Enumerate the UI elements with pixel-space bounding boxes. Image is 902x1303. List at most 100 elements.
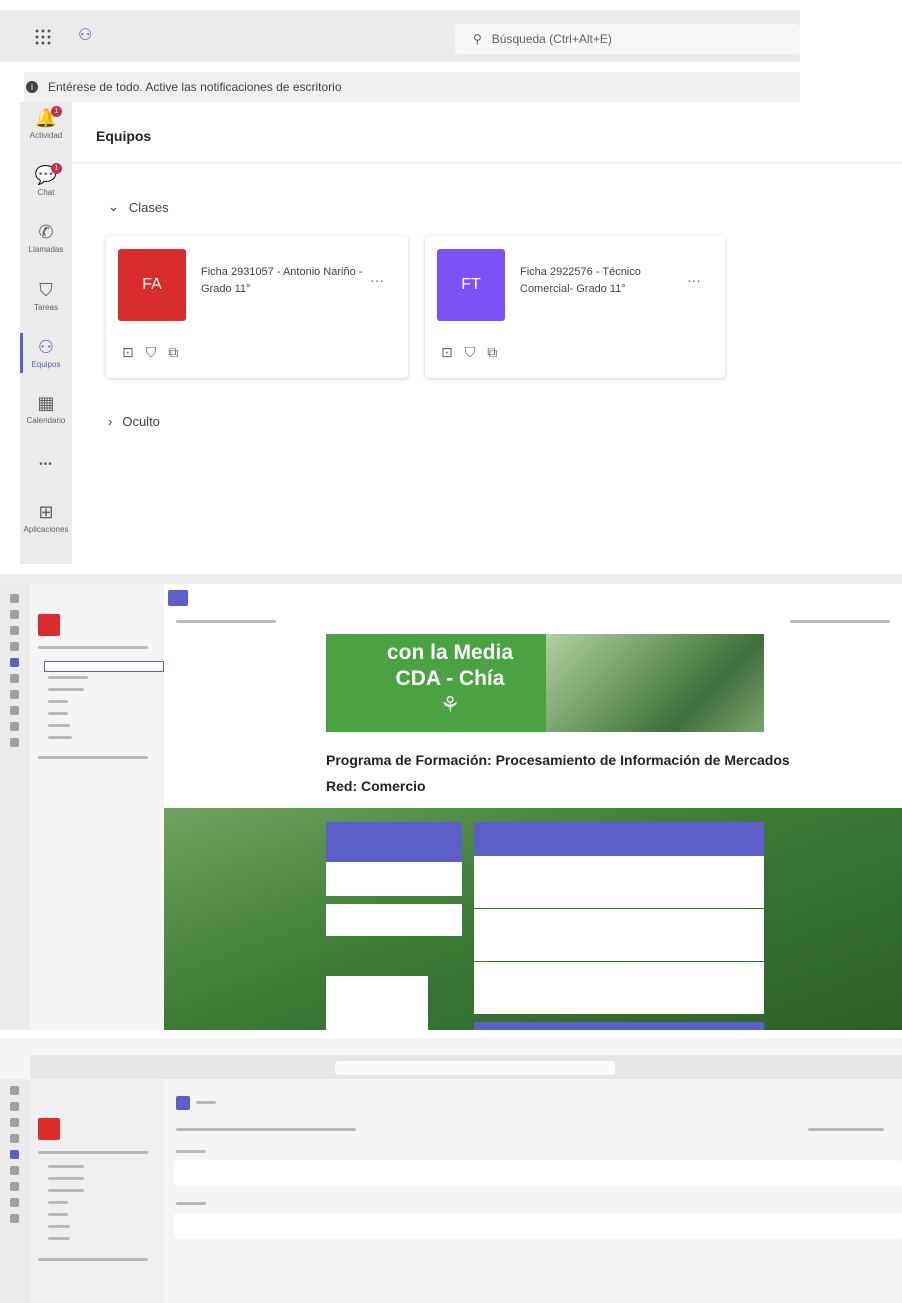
class-name-line [38,1151,148,1154]
rail-item-label: Calendario [26,416,66,425]
chat-icon: 💬 [34,165,58,185]
class-name-line [38,646,148,649]
mini-rail-icon[interactable] [10,1134,19,1143]
hidden-teams-line[interactable] [38,756,148,759]
rail-item-tareas[interactable]: ⛉ Tareas [20,280,72,312]
section-classes[interactable]: ⌄ Clases [108,199,169,215]
page-toolbar-line[interactable] [790,620,890,623]
mini-rail-icon[interactable] [10,1214,19,1223]
rail-item-label: Tareas [33,303,58,312]
channel-line[interactable] [48,712,68,715]
notification-banner[interactable]: i Entérese de todo. Active las notificac… [24,72,800,102]
rail-item-more[interactable]: ••• [20,455,72,478]
apps-icon: ⊞ [38,502,54,522]
bell-icon: 🔔 [34,108,58,128]
news-card[interactable] [326,862,462,896]
section-hidden[interactable]: › Oculto [108,414,160,429]
channel-line[interactable] [48,1165,84,1168]
tasks-tabs-line[interactable] [176,1128,356,1131]
program-banner: con la Media CDA - Chía ⚘ [326,634,764,732]
notebook-icon[interactable]: ⧉ [487,344,497,361]
page-toolbar-line[interactable] [176,620,276,623]
channel-line[interactable] [48,688,84,691]
mini-class-sidebar [30,584,164,1030]
rail-item-aplicaciones[interactable]: ⊞ Aplicaciones [20,502,72,534]
notebook-icon[interactable]: ⧉ [168,344,178,361]
assignments-icon[interactable]: ⊡ [122,344,134,361]
mini-rail-icon[interactable] [10,594,19,603]
banner-photo [546,634,764,732]
teams-icon: ⚇ [37,337,55,357]
mini-rail-icon[interactable] [10,658,19,667]
app-launcher-icon[interactable] [34,28,52,46]
mini-rail-icon[interactable] [10,626,19,635]
channel-line[interactable] [48,1237,70,1240]
rail-item-calendario[interactable]: ▦ Calendario [20,393,72,425]
mini-rail-icon[interactable] [10,706,19,715]
tasks-filter-line[interactable] [808,1128,884,1131]
team-name: Ficha 2931057 - Antonio Nariño - Grado 1… [201,266,363,295]
channel-line[interactable] [48,700,68,703]
tasks-header [474,1022,764,1030]
backpack-icon[interactable]: ⛉ [146,344,157,361]
team-card-ft[interactable]: FT Ficha 2922576 - Técnico Comercial- Gr… [425,236,725,378]
more-options-button[interactable]: ··· [687,272,701,288]
mini-rail-icon[interactable] [10,738,19,747]
task-row[interactable] [174,1160,902,1186]
calendar-header [474,822,764,856]
notification-strip [0,574,902,584]
teams-logo-icon: ⚇ [78,27,93,44]
section-hidden-label: Oculto [122,414,160,429]
rail-item-label: Chat [37,188,55,197]
program-title: Programa de Formación: Procesamiento de … [326,752,790,768]
phone-icon: ✆ [38,222,54,242]
class-dashboard [164,808,902,1030]
mini-rail-icon[interactable] [10,610,19,619]
mini-rail-icon[interactable] [10,1118,19,1127]
mini-rail-icon[interactable] [10,1102,19,1111]
channel-line[interactable] [48,1225,70,1228]
search-input[interactable] [335,1061,615,1075]
mini-rail-icon[interactable] [10,1086,19,1095]
class-avatar [38,1118,60,1140]
mini-rail-icon[interactable] [10,690,19,699]
assignments-icon[interactable]: ⊡ [441,344,453,361]
rail-item-label: Actividad [29,131,63,140]
event-card[interactable] [474,962,764,1014]
channel-line[interactable] [48,736,72,739]
channel-line[interactable] [48,676,88,679]
rail-item-chat[interactable]: 💬 Chat 1 [20,163,72,197]
notification-badge: 1 [51,163,62,174]
search-placeholder: Búsqueda (Ctrl+Alt+E) [491,32,612,46]
event-card[interactable] [474,909,764,961]
notification-badge: 1 [51,106,62,117]
channel-line[interactable] [48,1177,84,1180]
event-card[interactable] [474,856,764,908]
news-card[interactable] [326,904,462,936]
mini-rail-icon[interactable] [10,674,19,683]
team-card-fa[interactable]: FA Ficha 2931057 - Antonio Nariño - Grad… [106,236,408,378]
mini-rail-icon[interactable] [10,722,19,731]
mini-rail-icon[interactable] [10,1150,19,1159]
more-options-button[interactable]: ··· [370,272,384,288]
backpack-icon[interactable]: ⛉ [465,344,476,361]
mini-rail-icon[interactable] [10,642,19,651]
search-input[interactable]: ⚲ Búsqueda (Ctrl+Alt+E) [455,24,800,54]
selected-channel[interactable] [44,661,164,672]
hidden-teams-line[interactable] [38,1258,148,1261]
mini-rail-icon[interactable] [10,1182,19,1191]
channel-line[interactable] [48,724,70,727]
rail-item-llamadas[interactable]: ✆ Llamadas [20,222,72,254]
mini-rail-icon[interactable] [10,1166,19,1175]
channel-line[interactable] [48,1201,68,1204]
rail-item-equipos[interactable]: ⚇ Equipos [20,333,72,373]
calendar-icon: ▦ [37,393,55,413]
mini-rail-icon[interactable] [10,1198,19,1207]
tasks-title-line [196,1101,216,1104]
news-header [326,822,462,862]
rail-item-actividad[interactable]: 🔔 Actividad 1 [20,106,72,140]
banner-line-1: con la Media [386,641,514,664]
channel-line[interactable] [48,1213,68,1216]
channel-line[interactable] [48,1189,84,1192]
task-row[interactable] [174,1213,902,1239]
